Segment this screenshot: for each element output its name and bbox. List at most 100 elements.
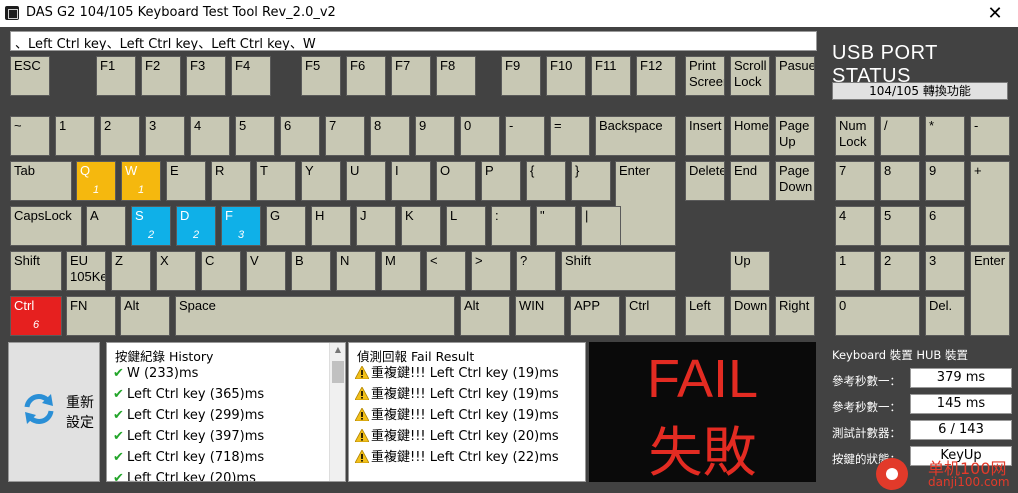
key-semicolon[interactable]: : [491,206,531,246]
key-down[interactable]: Down [730,296,770,336]
key-f10[interactable]: F10 [546,56,586,96]
key-capslock[interactable]: CapsLock [10,206,82,246]
key-n6[interactable]: 6 [280,116,320,156]
key-f11[interactable]: F11 [591,56,631,96]
key-n0[interactable]: 0 [460,116,500,156]
key-minus[interactable]: - [505,116,545,156]
key-app[interactable]: APP [570,296,620,336]
key-np0[interactable]: 0 [835,296,920,336]
key-f4[interactable]: F4 [231,56,271,96]
key-numlock[interactable]: Num Lock [835,116,875,156]
key-a[interactable]: A [86,206,126,246]
key-pageup[interactable]: Page Up [775,116,815,156]
key-n9[interactable]: 9 [415,116,455,156]
key-lshift[interactable]: Shift [10,251,62,291]
key-up[interactable]: Up [730,251,770,291]
key-f12[interactable]: F12 [636,56,676,96]
key-h[interactable]: H [311,206,351,246]
key-esc[interactable]: ESC [10,56,50,96]
key-f6[interactable]: F6 [346,56,386,96]
key-npplus[interactable]: + [970,161,1010,246]
key-eu[interactable]: EU 105Ke [66,251,106,291]
key-u[interactable]: U [346,161,386,201]
key-tilde[interactable]: ~ [10,116,50,156]
key-j[interactable]: J [356,206,396,246]
key-win[interactable]: WIN [515,296,565,336]
key-home[interactable]: Home [730,116,770,156]
reset-button[interactable]: 重新設定 [8,342,100,482]
scroll-up-icon[interactable]: ▲ [330,345,345,354]
key-f7[interactable]: F7 [391,56,431,96]
key-lbracket[interactable]: { [526,161,566,201]
key-np9[interactable]: 9 [925,161,965,201]
key-printscreen[interactable]: Print Screen [685,56,725,96]
key-np4[interactable]: 4 [835,206,875,246]
key-tab[interactable]: Tab [10,161,72,201]
key-f[interactable]: F3 [221,206,261,246]
key-o[interactable]: O [436,161,476,201]
key-t[interactable]: T [256,161,296,201]
key-y[interactable]: Y [301,161,341,201]
key-np2[interactable]: 2 [880,251,920,291]
key-lalt[interactable]: Alt [120,296,170,336]
scroll-thumb[interactable] [332,361,344,383]
key-npminus[interactable]: - [970,116,1010,156]
key-equal[interactable]: = [550,116,590,156]
key-delete[interactable]: Delete [685,161,725,201]
key-b[interactable]: B [291,251,331,291]
key-n4[interactable]: 4 [190,116,230,156]
key-left[interactable]: Left [685,296,725,336]
key-npenter[interactable]: Enter [970,251,1010,336]
key-f8[interactable]: F8 [436,56,476,96]
close-button[interactable]: ✕ [972,0,1018,27]
key-n5[interactable]: 5 [235,116,275,156]
key-c[interactable]: C [201,251,241,291]
key-fn[interactable]: FN [66,296,116,336]
key-period[interactable]: > [471,251,511,291]
key-slash[interactable]: ? [516,251,556,291]
key-npmul[interactable]: * [925,116,965,156]
key-np1[interactable]: 1 [835,251,875,291]
key-right[interactable]: Right [775,296,815,336]
key-enter[interactable]: Enter [615,161,676,246]
key-f5[interactable]: F5 [301,56,341,96]
key-g[interactable]: G [266,206,306,246]
key-ralt[interactable]: Alt [460,296,510,336]
key-k[interactable]: K [401,206,441,246]
key-e[interactable]: E [166,161,206,201]
key-np5[interactable]: 5 [880,206,920,246]
key-np3[interactable]: 3 [925,251,965,291]
switch-104-105-button[interactable]: 104/105 轉換功能 [832,82,1008,100]
key-end[interactable]: End [730,161,770,201]
key-lctrl[interactable]: Ctrl 6 [10,296,62,336]
key-v[interactable]: V [246,251,286,291]
key-npdel[interactable]: Del. [925,296,965,336]
key-backspace[interactable]: Backspace [595,116,676,156]
key-comma[interactable]: < [426,251,466,291]
key-s[interactable]: S2 [131,206,171,246]
key-z[interactable]: Z [111,251,151,291]
key-x[interactable]: X [156,251,196,291]
key-n2[interactable]: 2 [100,116,140,156]
key-backslash[interactable]: | [581,206,621,246]
key-n3[interactable]: 3 [145,116,185,156]
key-np7[interactable]: 7 [835,161,875,201]
key-r[interactable]: R [211,161,251,201]
key-l[interactable]: L [446,206,486,246]
key-p[interactable]: P [481,161,521,201]
key-d[interactable]: D2 [176,206,216,246]
history-scrollbar[interactable]: ▲ [329,343,345,481]
key-n[interactable]: N [336,251,376,291]
key-space[interactable]: Space [175,296,455,336]
key-n7[interactable]: 7 [325,116,365,156]
key-n8[interactable]: 8 [370,116,410,156]
key-rbracket[interactable]: } [571,161,611,201]
key-rshift[interactable]: Shift [561,251,676,291]
key-i[interactable]: I [391,161,431,201]
key-pagedown[interactable]: Page Down [775,161,815,201]
key-scrolllock[interactable]: Scroll Lock [730,56,770,96]
key-n1[interactable]: 1 [55,116,95,156]
key-np6[interactable]: 6 [925,206,965,246]
key-m[interactable]: M [381,251,421,291]
key-f3[interactable]: F3 [186,56,226,96]
